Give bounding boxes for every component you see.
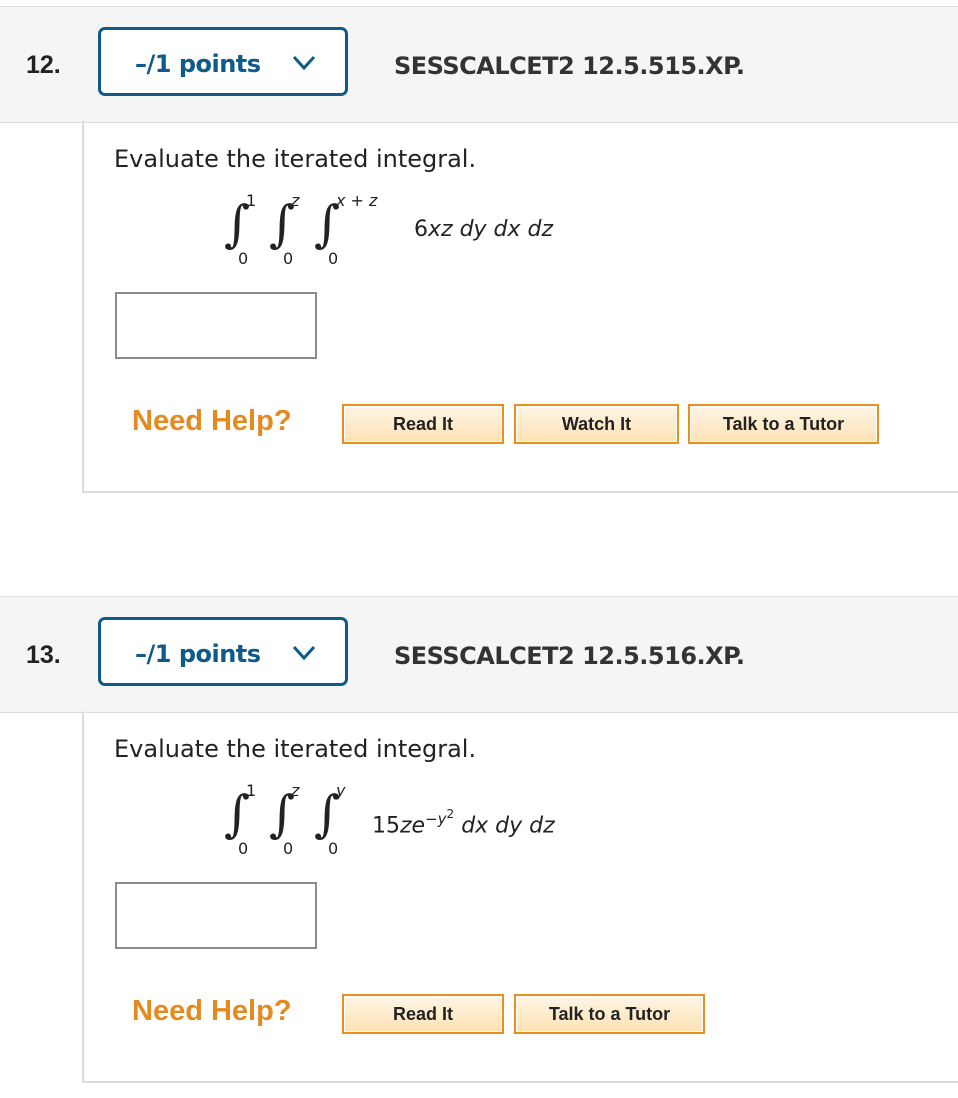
lower-limit: 0 (238, 839, 249, 858)
question-code: SESSCALCET2 12.5.515.XP. (394, 52, 745, 80)
differentials: dx dy dz (461, 813, 555, 839)
points-label: –/1 points (135, 50, 261, 78)
differentials: dy dx dz (459, 217, 554, 242)
question-number: 13. (26, 641, 61, 669)
need-help-label: Need Help? (132, 995, 292, 1027)
lower-limit: 0 (328, 839, 339, 858)
iterated-integral: ∫ 1 0 ∫ z 0 ∫ y 0 15ze−y2 dx dy dz (224, 781, 724, 861)
upper-limit: z (291, 781, 300, 800)
question-header: 13. –/1 points SESSCALCET2 12.5.516.XP. (0, 596, 958, 713)
iterated-integral: ∫ 1 0 ∫ z 0 ∫ x + z 0 6xz dy dx dz (224, 191, 724, 271)
upper-limit: 1 (246, 191, 257, 210)
question-body: Evaluate the iterated integral. ∫ 1 0 ∫ … (82, 711, 958, 1083)
question-prompt: Evaluate the iterated integral. (114, 735, 477, 763)
read-it-button[interactable]: Read It (342, 404, 504, 444)
lower-limit: 0 (238, 249, 249, 268)
lower-limit: 0 (283, 249, 294, 268)
chevron-down-icon (292, 645, 316, 661)
integrand-coefficient: 15 (372, 813, 400, 839)
question-13: 13. –/1 points SESSCALCET2 12.5.516.XP. … (0, 596, 958, 1083)
points-dropdown-button[interactable]: –/1 points (98, 617, 348, 686)
question-code: SESSCALCET2 12.5.516.XP. (394, 642, 745, 670)
upper-limit: 1 (246, 781, 257, 800)
question-prompt: Evaluate the iterated integral. (114, 145, 477, 173)
integrand-variables: xz (428, 217, 453, 242)
points-label: –/1 points (135, 640, 261, 668)
points-dropdown-button[interactable]: –/1 points (98, 27, 348, 96)
need-help-label: Need Help? (132, 405, 292, 437)
lower-limit: 0 (328, 249, 339, 268)
exponent-base: −y (425, 810, 447, 828)
chevron-down-icon (292, 55, 316, 71)
question-header: 12. –/1 points SESSCALCET2 12.5.515.XP. (0, 6, 958, 123)
upper-limit: x + z (336, 191, 378, 210)
integrand: 15ze−y2 dx dy dz (372, 807, 555, 838)
question-body: Evaluate the iterated integral. ∫ 1 0 ∫ … (82, 121, 958, 493)
upper-limit: y (336, 781, 346, 800)
integrand-coefficient: 6 (414, 217, 428, 242)
talk-to-tutor-button[interactable]: Talk to a Tutor (514, 994, 705, 1034)
integrand: 6xz dy dx dz (414, 217, 553, 242)
read-it-button[interactable]: Read It (342, 994, 504, 1034)
answer-input[interactable] (115, 882, 317, 949)
exponent-power: 2 (446, 807, 455, 821)
watch-it-button[interactable]: Watch It (514, 404, 679, 444)
answer-input[interactable] (115, 292, 317, 359)
talk-to-tutor-button[interactable]: Talk to a Tutor (688, 404, 879, 444)
question-12: 12. –/1 points SESSCALCET2 12.5.515.XP. … (0, 6, 958, 493)
question-number: 12. (26, 51, 61, 79)
upper-limit: z (291, 191, 300, 210)
integrand-variables: ze (400, 813, 426, 839)
lower-limit: 0 (283, 839, 294, 858)
